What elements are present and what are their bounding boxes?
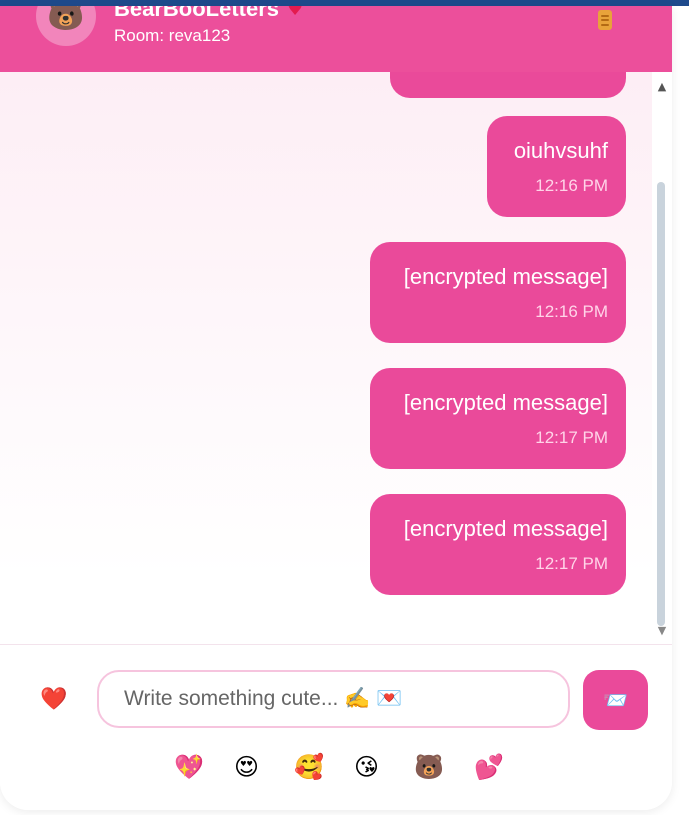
menu-icon[interactable]: [598, 10, 612, 30]
message-text: [encrypted message]: [403, 516, 608, 541]
message-input-wrapper: [97, 670, 570, 728]
title-row: BearBooLetters ♥: [114, 6, 303, 22]
message-list[interactable]: oiuhvsuhf 12:16 PM [encrypted message] 1…: [0, 72, 672, 644]
message-input[interactable]: [99, 672, 568, 726]
message-bubble: [encrypted message] 12:17 PM: [370, 368, 626, 469]
composer: ❤️ 📨 💖 😍 🥰 😘 🐻 💕: [0, 644, 672, 810]
scroll-down-arrow-icon[interactable]: ▼: [652, 624, 672, 637]
sparkling-heart-emoji-button[interactable]: 💖: [174, 755, 204, 779]
message-text: [encrypted message]: [403, 390, 608, 415]
bear-avatar-icon: 🐻: [47, 6, 85, 33]
message-time: 12:17 PM: [535, 554, 608, 573]
two-hearts-emoji-button[interactable]: 💕: [474, 755, 504, 779]
message-bubble: [encrypted message] 12:17 PM: [370, 494, 626, 595]
smiling-hearts-emoji-button[interactable]: 🥰: [294, 755, 324, 779]
send-button[interactable]: 📨: [583, 670, 648, 730]
bear-emoji-button[interactable]: 🐻: [414, 755, 444, 779]
heart-button-icon[interactable]: ❤️: [40, 689, 67, 711]
message-time: 12:16 PM: [535, 302, 608, 321]
avatar: 🐻: [36, 6, 96, 46]
message-bubble: [encrypted message] 12:16 PM: [370, 242, 626, 343]
scrollbar[interactable]: ▲ ▼: [652, 72, 672, 644]
heart-icon: ♥: [287, 6, 304, 20]
kiss-emoji-button[interactable]: 😘: [354, 755, 379, 779]
room-label: Room: reva123: [114, 26, 231, 45]
message-time: 12:17 PM: [535, 428, 608, 447]
scroll-up-arrow-icon[interactable]: ▲: [652, 80, 672, 93]
chat-header: 🐻 BearBooLetters ♥ Room: reva123: [0, 6, 672, 72]
message-text: [encrypted message]: [403, 264, 608, 289]
app-title: BearBooLetters: [114, 6, 280, 21]
message-time: 12:16 PM: [535, 176, 608, 195]
chat-window: 🐻 BearBooLetters ♥ Room: reva123 oiuhvsu…: [0, 6, 672, 810]
message-bubble-partial: [390, 72, 626, 98]
send-envelope-icon: 📨: [603, 688, 628, 712]
scroll-thumb[interactable]: [657, 182, 665, 626]
heart-eyes-emoji-button[interactable]: 😍: [234, 755, 259, 779]
message-bubble: oiuhvsuhf 12:16 PM: [487, 116, 626, 217]
emoji-bar: 💖 😍 🥰 😘 🐻 💕: [0, 755, 672, 785]
message-text: oiuhvsuhf: [513, 138, 608, 163]
